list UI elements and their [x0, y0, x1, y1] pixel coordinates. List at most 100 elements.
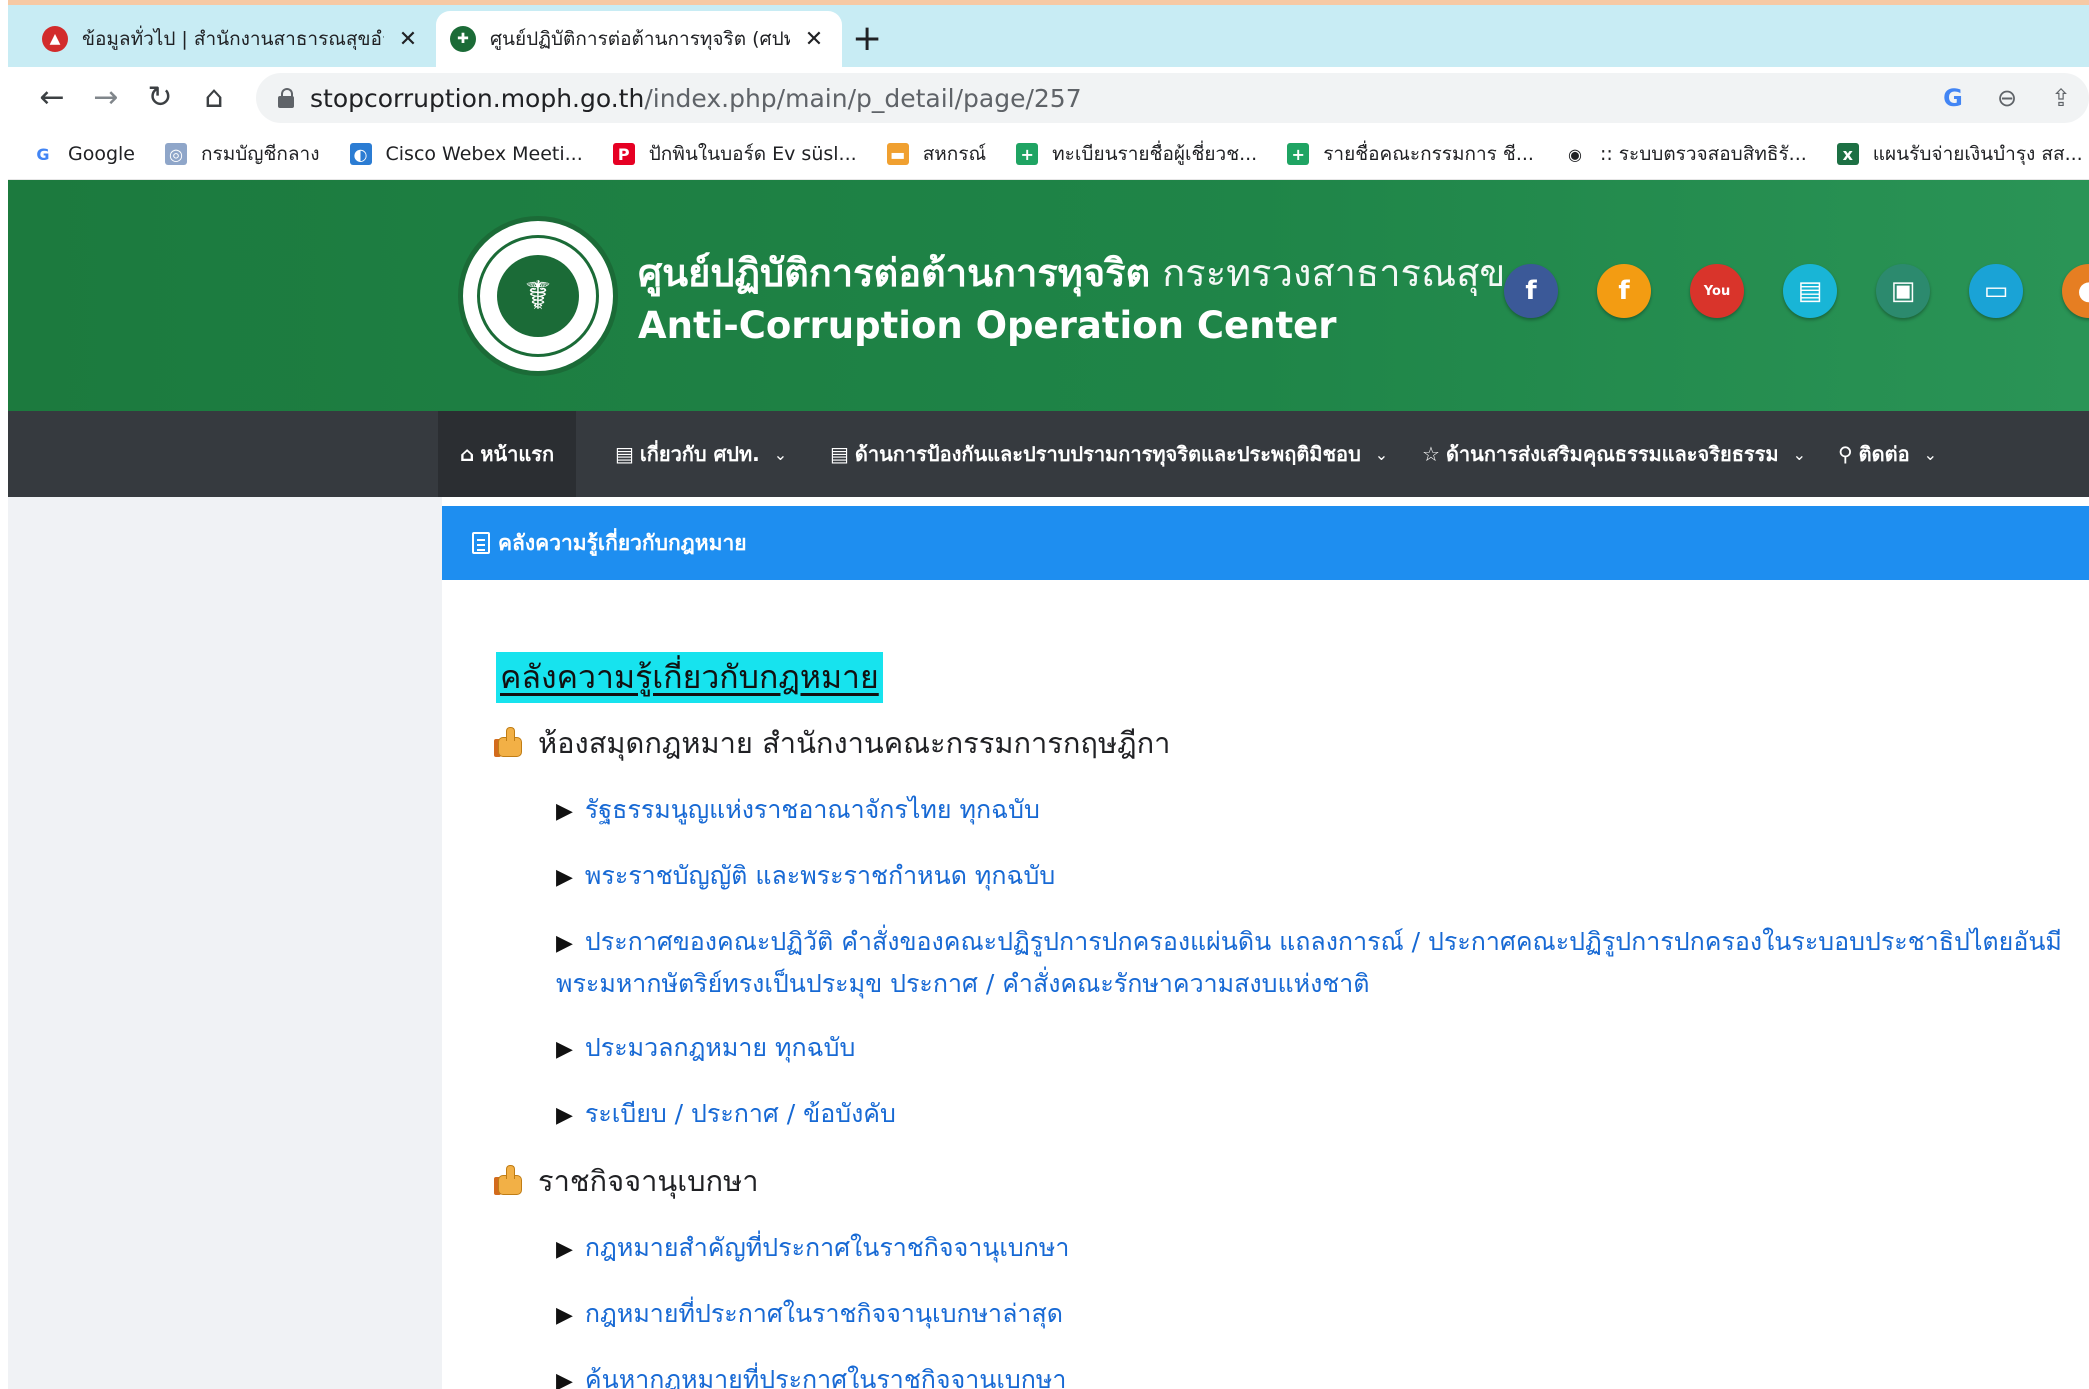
- bookmark-item[interactable]: G Google: [32, 143, 135, 165]
- tab-strip: ▲ ข้อมูลทั่วไป | สำนักงานสาธารณสุขอำเภ ✕…: [8, 5, 2089, 67]
- site-header: ☤ ศูนย์ปฏิบัติการต่อต้านการทุจริต กระทรว…: [8, 180, 2089, 411]
- gazette-link-item: ▶ กฎหมายที่ประกาศในราชกิจจานุเบกษาล่าสุด: [556, 1294, 1063, 1336]
- gazette-link[interactable]: ค้นหากฎหมายที่ประกาศในราชกิจจานุเบกษา: [585, 1365, 1067, 1389]
- new-tab-button[interactable]: +: [852, 19, 882, 59]
- sheets-plus-icon: +: [1287, 143, 1310, 165]
- law-link-item: ▶ ระเบียบ / ประกาศ / ข้อบังคับ: [556, 1094, 896, 1136]
- triangle-right-icon: ▶: [556, 1103, 573, 1128]
- url-path: /index.php/main/p_detail/page/257: [644, 83, 1082, 113]
- nav-ethics[interactable]: ☆ ด้านการส่งเสริมคุณธรรมและจริยธรรม ⌄: [1400, 411, 1828, 497]
- nav-contact[interactable]: ⚲ ติดต่อ ⌄: [1816, 411, 1959, 497]
- google-lens-icon[interactable]: G: [1933, 79, 1973, 117]
- coop-icon: ▬: [886, 143, 909, 165]
- user-icon[interactable]: ●: [2062, 264, 2089, 318]
- bookmark-label: Cisco Webex Meeti...: [385, 143, 583, 165]
- cgd-icon: ◎: [165, 143, 188, 165]
- law-link[interactable]: พระราชบัญญัติ และพระราชกำหนด ทุกฉบับ: [585, 861, 1055, 890]
- law-link-item: ▶ ประกาศของคณะปฏิวัติ คำสั่งของคณะปฏิรูปก…: [556, 922, 2076, 1004]
- youtube-icon[interactable]: You: [1690, 264, 1744, 318]
- nav-prevention[interactable]: ▤ ด้านการป้องกันและปราบปรามการทุจริตและป…: [808, 411, 1410, 497]
- globe-icon: ◉: [1567, 144, 1582, 164]
- bookmark-label: รายชื่อคณะกรรมการ ชี...: [1323, 143, 1534, 165]
- chevron-down-icon: ⌄: [1923, 444, 1938, 464]
- back-button[interactable]: ←: [30, 75, 74, 119]
- share-icon[interactable]: ⇪: [2041, 79, 2081, 117]
- bookmark-label: ปักพินในบอร์ด Ev süsl...: [648, 143, 857, 165]
- forward-button[interactable]: →: [84, 75, 128, 119]
- triangle-right-icon: ▶: [556, 1303, 573, 1328]
- lock-icon[interactable]: [278, 88, 294, 108]
- zoom-icon[interactable]: ⊖: [1987, 79, 2027, 117]
- bookmark-item[interactable]: ◎ กรมบัญชีกลาง: [165, 139, 320, 169]
- bookmark-item[interactable]: P ปักพินในบอร์ด Ev süsl...: [612, 139, 857, 169]
- main-nav: ⌂ หน้าแรก ▤ เกี่ยวกับ ศปท. ⌄ ▤ ด้านการป้…: [8, 411, 2089, 497]
- nav-label: ด้านการป้องกันและปราบปรามการทุจริตและประ…: [854, 442, 1361, 466]
- tab-title: ข้อมูลทั่วไป | สำนักงานสาธารณสุขอำเภ: [82, 28, 384, 50]
- photo-camera-icon[interactable]: ▣: [1876, 264, 1930, 318]
- bookmark-item[interactable]: + ทะเบียนรายชื่อผู้เชี่ยวช...: [1016, 139, 1257, 169]
- section-title-text: ราชกิจจานุเบกษา: [538, 1164, 759, 1198]
- bookmark-label: กรมบัญชีกลาง: [201, 143, 320, 165]
- law-link[interactable]: ประมวลกฎหมาย ทุกฉบับ: [585, 1033, 855, 1062]
- left-sidebar-area: [8, 497, 442, 1389]
- red-shield-icon: ▲: [42, 26, 68, 52]
- section-title: ราชกิจจานุเบกษา: [494, 1158, 758, 1204]
- gazette-link[interactable]: กฎหมายสำคัญที่ประกาศในราชกิจจานุเบกษา: [585, 1233, 1070, 1262]
- triangle-right-icon: ▶: [556, 1369, 573, 1389]
- nav-label: ติดต่อ: [1858, 442, 1910, 466]
- gazette-link[interactable]: กฎหมายที่ประกาศในราชกิจจานุเบกษาล่าสุด: [585, 1299, 1063, 1328]
- bookmark-label: สหกรณ์: [922, 143, 987, 165]
- home-button[interactable]: ⌂: [192, 75, 236, 119]
- url-text[interactable]: stopcorruption.moph.go.th/index.php/main…: [310, 84, 1082, 113]
- chevron-down-icon: ⌄: [1792, 444, 1807, 464]
- nav-label: ด้านการส่งเสริมคุณธรรมและจริยธรรม: [1445, 442, 1779, 466]
- tab-inactive[interactable]: ▲ ข้อมูลทั่วไป | สำนักงานสาธารณสุขอำเภ ✕: [28, 11, 436, 67]
- site-title-thai: ศูนย์ปฏิบัติการต่อต้านการทุจริต กระทรวงส…: [638, 242, 1505, 303]
- facebook-page-icon[interactable]: f: [1597, 264, 1651, 318]
- close-tab-icon[interactable]: ✕: [394, 27, 422, 52]
- gazette-link-item: ▶ กฎหมายสำคัญที่ประกาศในราชกิจจานุเบกษา: [556, 1228, 1069, 1270]
- file-text-icon: [472, 532, 490, 554]
- bookmark-item[interactable]: x แผนรับจ่ายเงินบำรุง สส...: [1836, 139, 2083, 169]
- google-icon: G: [36, 144, 50, 164]
- bookmark-item[interactable]: ◉:: ระบบตรวจสอบสิทธิรั...: [1564, 139, 1807, 169]
- nav-about[interactable]: ▤ เกี่ยวกับ ศปท. ⌄: [593, 411, 809, 497]
- law-link-item: ▶ พระราชบัญญัติ และพระราชกำหนด ทุกฉบับ: [556, 856, 1055, 898]
- moph-emblem-icon: ✚: [450, 26, 476, 52]
- law-link[interactable]: ประกาศของคณะปฏิวัติ คำสั่งของคณะปฏิรูปกา…: [556, 927, 2062, 998]
- clipboard-icon[interactable]: ▤: [1783, 264, 1837, 318]
- panel-title: คลังความรู้เกี่ยวกับกฎหมาย: [498, 530, 747, 555]
- document-icon: ▤: [615, 442, 634, 466]
- facebook-icon[interactable]: f: [1504, 264, 1558, 318]
- address-bar[interactable]: stopcorruption.moph.go.th/index.php/main…: [256, 73, 2089, 123]
- star-icon: ☆: [1422, 442, 1440, 466]
- excel-icon: x: [1836, 143, 1859, 165]
- gazette-link-item: ▶ ค้นหากฎหมายที่ประกาศในราชกิจจานุเบกษา: [556, 1360, 1066, 1389]
- moph-logo[interactable]: ☤: [458, 216, 618, 376]
- law-link[interactable]: รัฐธรรมนูญแห่งราชอาณาจักรไทย ทุกฉบับ: [585, 795, 1040, 824]
- triangle-right-icon: ▶: [556, 1237, 573, 1262]
- bookmark-label: Google: [68, 143, 136, 165]
- wallet-icon[interactable]: ▭: [1969, 264, 2023, 318]
- panel-header: คลังความรู้เกี่ยวกับกฎหมาย: [442, 506, 2089, 580]
- chevron-down-icon: ⌄: [1374, 444, 1389, 464]
- reload-button[interactable]: ↻: [138, 75, 182, 119]
- site-title-bold: ศูนย์ปฏิบัติการต่อต้านการทุจริต: [638, 251, 1151, 295]
- law-link[interactable]: ระเบียบ / ประกาศ / ข้อบังคับ: [585, 1099, 896, 1128]
- bookmark-label: :: ระบบตรวจสอบสิทธิรั...: [1599, 143, 1807, 165]
- panel-body: คลังความรู้เกี่ยวกับกฎหมาย ห้องสมุดกฎหมา…: [442, 580, 2089, 1389]
- triangle-right-icon: ▶: [556, 799, 573, 824]
- law-link-item: ▶ ประมวลกฎหมาย ทุกฉบับ: [556, 1028, 855, 1070]
- bookmark-item[interactable]: ◐ Cisco Webex Meeti...: [349, 143, 583, 165]
- bookmark-label: แผนรับจ่ายเงินบำรุง สส...: [1872, 143, 2083, 165]
- bookmark-item[interactable]: + รายชื่อคณะกรรมการ ชี...: [1287, 139, 1534, 169]
- tab-active[interactable]: ✚ ศูนย์ปฏิบัติการต่อต้านการทุจริต (ศปท.)…: [436, 11, 842, 67]
- section-title: ห้องสมุดกฎหมาย สำนักงานคณะกรรมการกฤษฎีกา: [494, 720, 1170, 766]
- thumbs-up-icon: [494, 727, 526, 759]
- bookmark-label: ทะเบียนรายชื่อผู้เชี่ยวช...: [1052, 143, 1258, 165]
- close-tab-icon[interactable]: ✕: [800, 27, 828, 52]
- sheets-plus-icon: +: [1016, 143, 1039, 165]
- nav-home[interactable]: ⌂ หน้าแรก: [438, 411, 577, 497]
- bookmark-item[interactable]: ▬ สหกรณ์: [886, 139, 987, 169]
- webex-icon: ◐: [349, 143, 372, 165]
